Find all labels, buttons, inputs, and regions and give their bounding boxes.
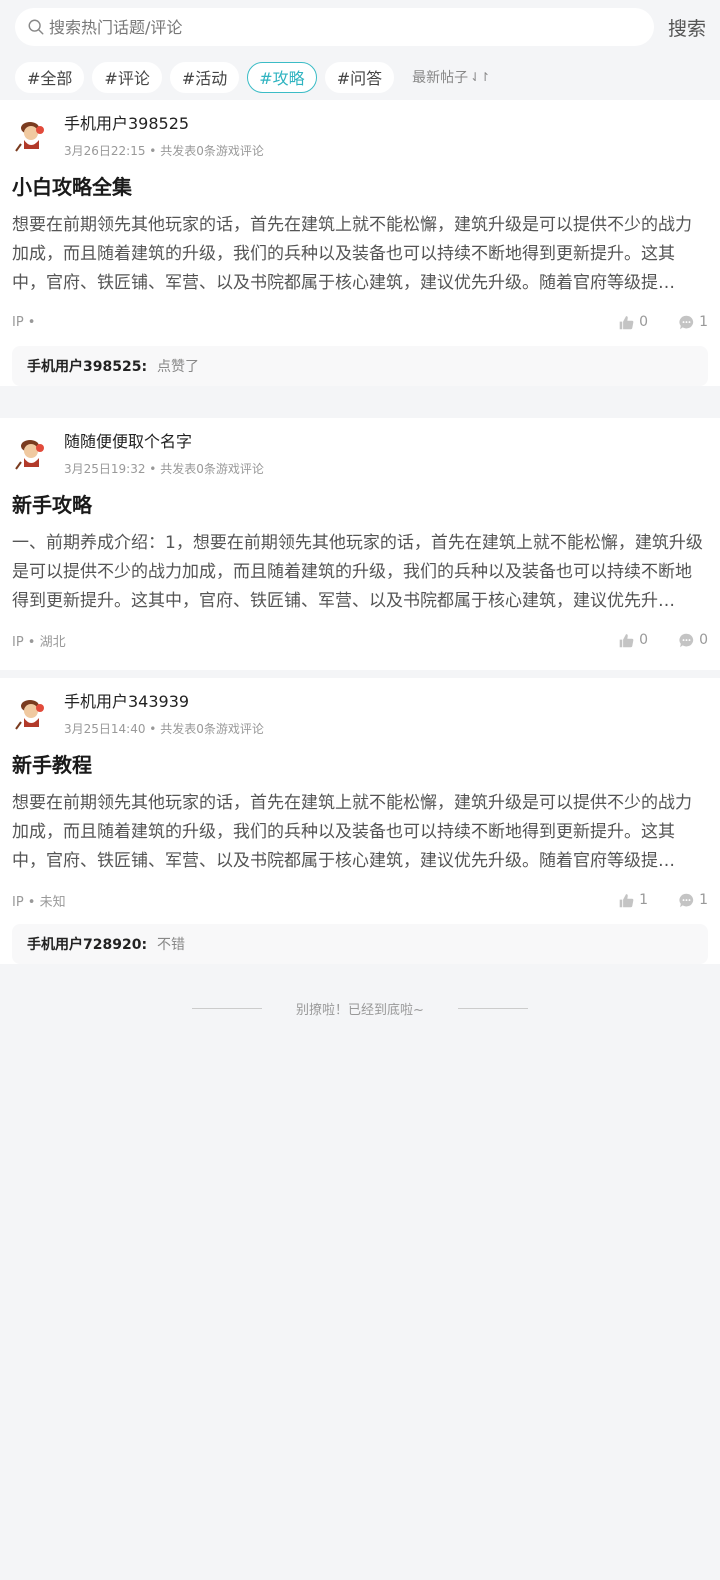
author-name[interactable]: 手机用户343939 <box>64 692 264 712</box>
comment-button[interactable]: 0 <box>678 632 708 649</box>
preview-author: 手机用户728920: <box>27 937 148 953</box>
comment-count: 0 <box>699 632 708 648</box>
like-count: 0 <box>639 632 649 648</box>
author-row: 手机用户398525 3月26日22:15 • 共发表0条游戏评论 <box>12 114 708 159</box>
avatar[interactable] <box>12 116 52 156</box>
end-of-list-text: 别撩啦！已经到底啦~ <box>296 1002 424 1018</box>
author-name[interactable]: 随随便便取个名字 <box>64 432 264 452</box>
sort-arrows-icon: ⇃↾ <box>470 70 491 84</box>
sort-label: 最新帖子 <box>412 70 469 86</box>
like-button[interactable]: 1 <box>618 892 648 909</box>
post-footer: IP • 湖北 0 0 <box>12 616 708 664</box>
comment-button[interactable]: 1 <box>678 892 708 909</box>
post-footer: IP • 0 1 <box>12 298 708 346</box>
comment-preview[interactable]: 手机用户728920: 不错 <box>12 924 708 964</box>
ip-location: IP • 未知 <box>12 894 66 910</box>
comment-bubble-icon <box>679 893 694 907</box>
preview-text: 不错 <box>157 937 186 953</box>
post-title[interactable]: 新手教程 <box>12 751 708 779</box>
ip-location: IP • 湖北 <box>12 634 66 650</box>
divider <box>0 410 720 418</box>
post-card[interactable]: 手机用户398525 3月26日22:15 • 共发表0条游戏评论 小白攻略全集… <box>0 100 720 386</box>
preview-author: 手机用户398525: <box>27 359 148 375</box>
tab-events[interactable]: #活动 <box>169 61 240 93</box>
author-name[interactable]: 手机用户398525 <box>64 114 264 134</box>
post-card[interactable]: 手机用户343939 3月25日14:40 • 共发表0条游戏评论 新手教程 想… <box>0 678 720 964</box>
author-row: 随随便便取个名字 3月25日19:32 • 共发表0条游戏评论 <box>12 432 708 477</box>
divider-line-left <box>192 1007 263 1009</box>
search-box[interactable] <box>15 8 654 46</box>
avatar[interactable] <box>12 694 52 734</box>
tab-all[interactable]: #全部 <box>15 61 85 93</box>
sort-dropdown[interactable]: 最新帖子 ⇃↾ <box>412 67 490 87</box>
author-row: 手机用户343939 3月25日14:40 • 共发表0条游戏评论 <box>12 692 708 737</box>
post-meta: 3月25日19:32 • 共发表0条游戏评论 <box>64 462 264 476</box>
post-body[interactable]: 想要在前期领先其他玩家的话，首先在建筑上就不能松懈，建筑升级是可以提供不少的战力… <box>12 211 708 298</box>
like-button[interactable]: 0 <box>618 632 648 649</box>
tab-comments[interactable]: #评论 <box>92 61 162 93</box>
top-bar: 搜索 <box>0 0 720 54</box>
search-input[interactable] <box>49 17 642 37</box>
avatar[interactable] <box>12 434 52 474</box>
like-count: 1 <box>639 892 649 908</box>
comment-button[interactable]: 1 <box>678 314 708 331</box>
post-title[interactable]: 新手攻略 <box>12 491 708 519</box>
end-of-list-note: 别撩啦！已经到底啦~ <box>0 988 720 1028</box>
divider <box>0 670 720 678</box>
like-button[interactable]: 0 <box>618 314 648 331</box>
thumbs-up-icon <box>619 633 634 647</box>
thumbs-up-icon <box>619 315 634 329</box>
ip-location: IP • <box>12 314 36 330</box>
search-button[interactable]: 搜索 <box>654 14 706 41</box>
search-icon <box>28 19 44 35</box>
post-footer: IP • 未知 1 1 <box>12 876 708 924</box>
post-body[interactable]: 想要在前期领先其他玩家的话，首先在建筑上就不能松懈，建筑升级是可以提供不少的战力… <box>12 789 708 876</box>
post-meta: 3月26日22:15 • 共发表0条游戏评论 <box>64 144 264 158</box>
post-card[interactable]: 随随便便取个名字 3月25日19:32 • 共发表0条游戏评论 新手攻略 一、前… <box>0 418 720 670</box>
like-count: 0 <box>639 314 649 330</box>
post-body[interactable]: 一、前期养成介绍：1，想要在前期领先其他玩家的话，首先在建筑上就不能松懈，建筑升… <box>12 529 708 616</box>
comment-count: 1 <box>699 892 708 908</box>
topic-tabs: #全部 #评论 #活动 #攻略 #问答 最新帖子 ⇃↾ <box>0 54 720 100</box>
comment-count: 1 <box>699 314 708 330</box>
tab-qa[interactable]: #问答 <box>324 61 395 93</box>
post-title[interactable]: 小白攻略全集 <box>12 173 708 201</box>
tab-guides[interactable]: #攻略 <box>247 61 317 93</box>
thumbs-up-icon <box>619 893 634 907</box>
comment-bubble-icon <box>679 633 694 647</box>
divider-line-right <box>457 1007 528 1009</box>
post-meta: 3月25日14:40 • 共发表0条游戏评论 <box>64 722 264 736</box>
comment-bubble-icon <box>679 315 694 329</box>
comment-preview[interactable]: 手机用户398525: 点赞了 <box>12 346 708 386</box>
preview-text: 点赞了 <box>157 359 200 375</box>
